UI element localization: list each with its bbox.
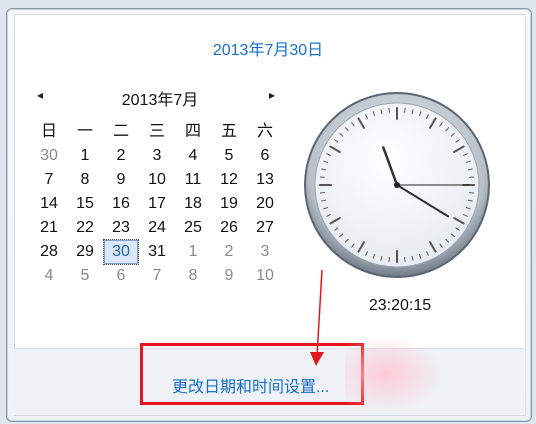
calendar-day-selected[interactable]: 30 [103,239,139,265]
calendar-day[interactable]: 3 [139,144,175,168]
calendar-day[interactable]: 5 [211,144,247,168]
calendar-day[interactable]: 23 [103,216,139,240]
calendar-day[interactable]: 25 [175,216,211,240]
full-date-link[interactable]: 2013年7月30日 [0,36,536,60]
calendar-day[interactable]: 13 [247,168,283,192]
watermark-logo [345,334,445,414]
calendar-day[interactable]: 19 [211,192,247,216]
calendar-day[interactable]: 8 [67,168,103,192]
calendar-day[interactable]: 20 [247,192,283,216]
next-month-icon[interactable]: ▸ [269,88,275,102]
calendar-day[interactable]: 14 [31,192,67,216]
calendar-day[interactable]: 6 [247,144,283,168]
calendar-day[interactable]: 7 [31,168,67,192]
calendar-day[interactable]: 2 [211,240,247,264]
weekday-header: 二 [112,123,129,140]
calendar-day[interactable]: 15 [67,192,103,216]
weekday-header: 日 [40,123,57,140]
calendar-day[interactable]: 5 [67,264,103,288]
previous-month-icon[interactable]: ◂ [37,88,43,102]
weekday-header: 三 [148,123,165,140]
calendar-day[interactable]: 30 [31,144,67,168]
calendar-day[interactable]: 3 [247,240,283,264]
calendar-day[interactable]: 28 [31,240,67,264]
calendar-day[interactable]: 1 [175,240,211,264]
calendar-day[interactable]: 16 [103,192,139,216]
calendar-day[interactable]: 1 [67,144,103,168]
calendar-day[interactable]: 27 [247,216,283,240]
calendar-day[interactable]: 24 [139,216,175,240]
calendar-day[interactable]: 4 [31,264,67,288]
calendar-day[interactable]: 10 [139,168,175,192]
annotation-highlight-box [140,343,364,405]
weekday-header: 四 [184,123,201,140]
calendar-day[interactable]: 4 [175,144,211,168]
calendar-grid: 日 一 二 三 四 五 六 30 1 2 3 4 5 6 7 8 9 10 11… [31,120,283,288]
calendar-day[interactable]: 9 [103,168,139,192]
calendar-day[interactable]: 31 [139,240,175,264]
digital-time: 23:20:15 [368,297,432,314]
analog-clock-icon [304,92,490,278]
calendar-day[interactable]: 7 [139,264,175,288]
calendar-day[interactable]: 8 [175,264,211,288]
calendar-day[interactable]: 17 [139,192,175,216]
calendar-day[interactable]: 18 [175,192,211,216]
calendar-day[interactable]: 22 [67,216,103,240]
weekday-header: 五 [220,123,237,140]
weekday-header: 一 [76,123,93,140]
calendar-day[interactable]: 26 [211,216,247,240]
calendar-day[interactable]: 2 [103,144,139,168]
calendar-day[interactable]: 6 [103,264,139,288]
calendar-day[interactable]: 10 [247,264,283,288]
calendar-day[interactable]: 21 [31,216,67,240]
calendar-day[interactable]: 9 [211,264,247,288]
calendar-day[interactable]: 12 [211,168,247,192]
calendar-day[interactable]: 29 [67,240,103,264]
month-title[interactable]: 2013年7月 [60,86,260,110]
weekday-header: 六 [256,123,273,140]
calendar-day[interactable]: 11 [175,168,211,192]
